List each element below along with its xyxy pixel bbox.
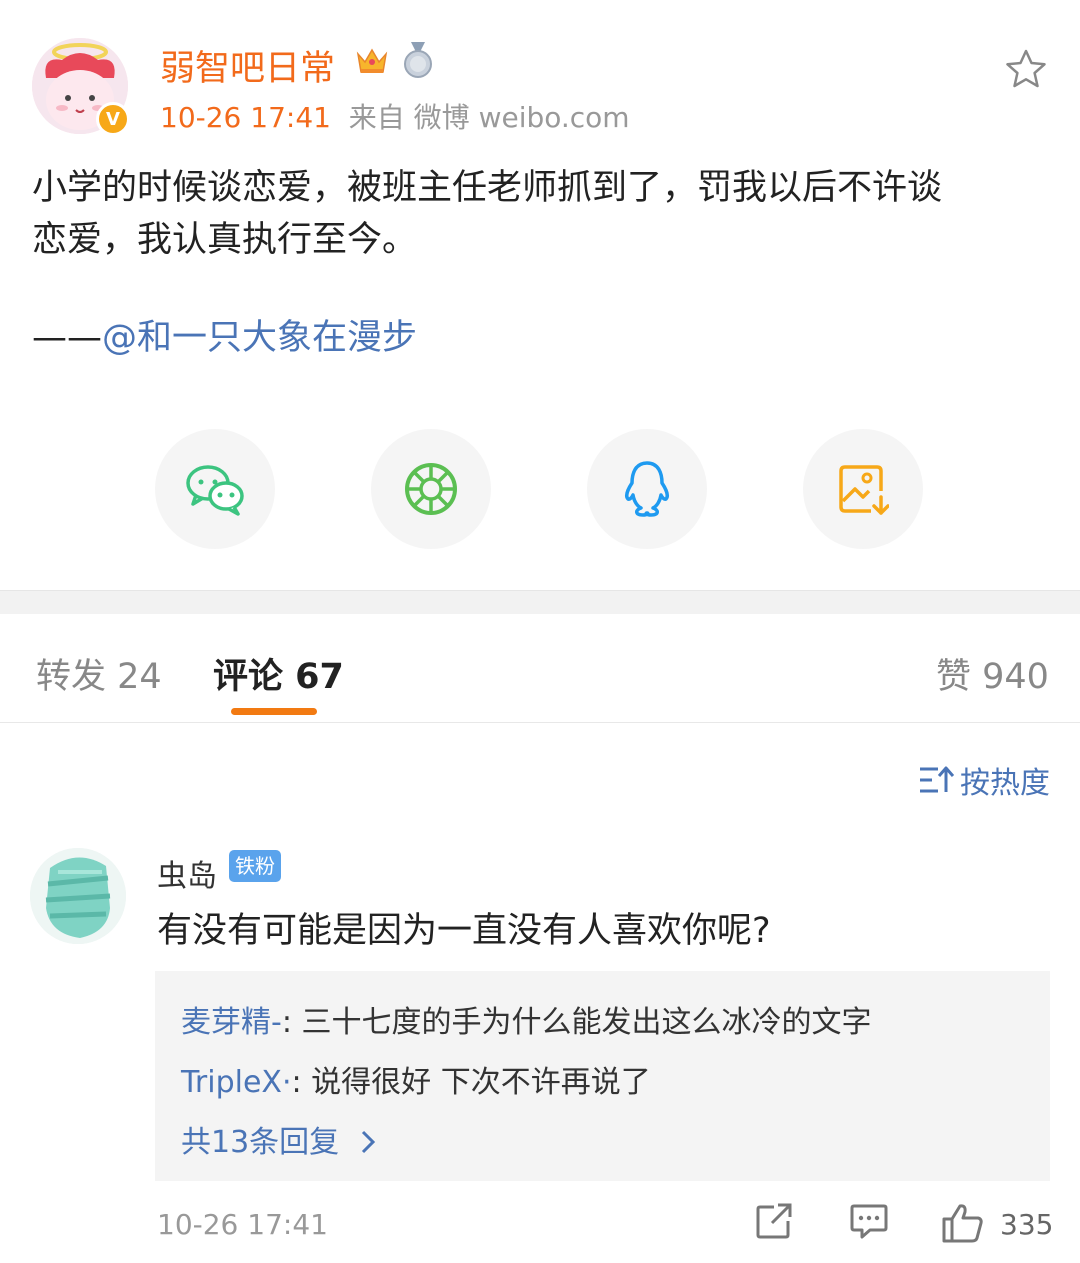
reply-comment-icon[interactable] — [850, 1203, 888, 1239]
commenter-avatar[interactable] — [30, 848, 126, 944]
reply-text: : 说得很好 下次不许再说了 — [291, 1065, 651, 1100]
post-text-line-2: 恋爱，我认真执行至今。 — [32, 220, 418, 260]
reply-text: : 三十七度的手为什么能发出这么冰冷的文字 — [281, 1005, 872, 1040]
qq-icon — [625, 461, 669, 517]
like-count: 335 — [1000, 1208, 1054, 1241]
more-replies-label: 共13条回复 — [181, 1125, 340, 1160]
chevron-right-icon — [361, 1130, 375, 1154]
mention-link[interactable]: @和一只大象在漫步 — [102, 318, 417, 358]
favorite-star-icon[interactable] — [1004, 48, 1048, 90]
moments-icon — [405, 463, 457, 515]
sort-by-hot-button[interactable]: 按热度 — [918, 758, 1050, 802]
like-thumb-icon[interactable] — [942, 1203, 984, 1243]
sort-icon — [920, 766, 954, 793]
post-source: 来自 微博 weibo.com — [348, 101, 630, 134]
post-signature: ——@和一只大象在漫步 — [32, 312, 417, 364]
post-text: 小学的时候谈恋爱，被班主任老师抓到了，罚我以后不许谈 恋爱，我认真执行至今。 — [32, 162, 1042, 266]
verified-badge-icon: V — [96, 102, 130, 136]
reply-item[interactable]: TripleX·: 说得很好 下次不许再说了 — [181, 1057, 651, 1101]
section-divider — [0, 590, 1080, 614]
tabs-divider — [0, 722, 1080, 723]
author-avatar[interactable]: V — [32, 38, 130, 136]
more-replies-link[interactable]: 共13条回复 — [181, 1117, 377, 1161]
post-meta: 10-26 17:41 来自 微博 weibo.com — [160, 96, 630, 136]
author-name[interactable]: 弱智吧日常 — [160, 40, 335, 91]
reply-author[interactable]: 麦芽精- — [181, 1005, 282, 1040]
share-moments-button[interactable] — [371, 429, 491, 549]
tab-comments[interactable]: 评论 67 — [213, 648, 344, 699]
comment-text: 有没有可能是因为一直没有人喜欢你呢? — [157, 911, 771, 951]
reply-item[interactable]: 麦芽精-: 三十七度的手为什么能发出这么冰冷的文字 — [181, 997, 871, 1041]
signature-dash: —— — [32, 318, 102, 358]
save-image-button[interactable] — [803, 429, 923, 549]
replies-box[interactable]: 麦芽精-: 三十七度的手为什么能发出这么冰冷的文字 TripleX·: 说得很好… — [155, 971, 1050, 1181]
fan-badge: 铁粉 — [229, 850, 281, 882]
post-text-line-1: 小学的时候谈恋爱，被班主任老师抓到了，罚我以后不许谈 — [32, 168, 943, 208]
share-qq-button[interactable] — [587, 429, 707, 549]
save-image-icon — [839, 465, 889, 515]
medal-icon[interactable] — [402, 42, 434, 78]
comment-time: 10-26 17:41 — [157, 1208, 328, 1241]
share-comment-icon[interactable] — [756, 1203, 792, 1239]
share-wechat-button[interactable] — [155, 429, 275, 549]
reply-author[interactable]: TripleX· — [181, 1065, 292, 1100]
sort-label: 按热度 — [960, 766, 1050, 801]
wechat-icon — [186, 465, 244, 516]
tab-repost[interactable]: 转发 24 — [36, 648, 162, 699]
tab-likes[interactable]: 赞 940 — [936, 648, 1049, 699]
commenter-name[interactable]: 虫岛 — [157, 851, 217, 895]
active-tab-indicator — [231, 708, 317, 715]
post-time: 10-26 17:41 — [160, 101, 331, 134]
crown-icon[interactable] — [354, 42, 390, 78]
